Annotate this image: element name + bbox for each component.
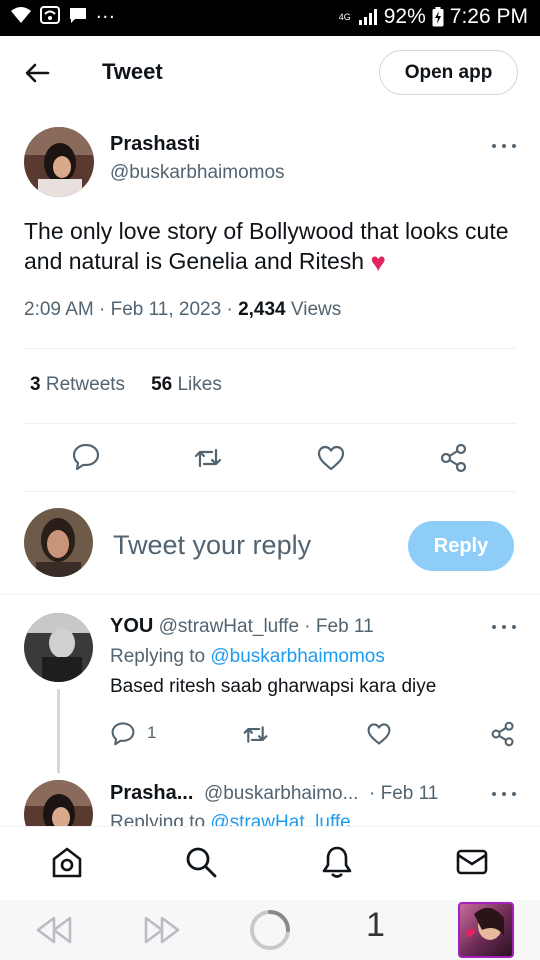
- status-bar: ... 4G 92% 7:26 PM: [0, 0, 540, 36]
- like-icon[interactable]: [316, 443, 346, 473]
- replying-to-prefix: Replying to: [110, 812, 206, 826]
- like-icon[interactable]: [366, 721, 392, 747]
- author-handle[interactable]: @buskarbhaimomos: [110, 162, 285, 184]
- divider: [0, 594, 540, 595]
- likes-stat[interactable]: 56 Likes: [151, 374, 222, 395]
- tweet-body: The only love story of Bollywood that lo…: [24, 218, 509, 274]
- reply-author-handle[interactable]: @strawHat_luffe: [159, 616, 299, 637]
- tab-thumbnail[interactable]: [458, 902, 514, 958]
- views-label: Views: [290, 299, 342, 320]
- battery-percent: 92%: [383, 5, 426, 28]
- reply-button[interactable]: Reply: [408, 521, 514, 571]
- divider: [24, 491, 516, 492]
- reply-date: · Feb 11: [304, 616, 374, 637]
- reply-input[interactable]: Tweet your reply: [113, 530, 311, 561]
- tweet-stats: 3 Retweets 56 Likes: [30, 374, 222, 396]
- reply-text: Based ritesh saab gharwapsi kara diye: [110, 676, 437, 697]
- replying-to: Replying to @buskarbhaimomos: [110, 646, 385, 668]
- author-name[interactable]: Prashasti: [110, 133, 200, 156]
- tweet-header: Tweet Open app: [0, 36, 540, 110]
- signal-icon: [358, 9, 377, 25]
- reply-date: · Feb 11: [368, 783, 439, 804]
- author-avatar[interactable]: [24, 127, 94, 197]
- retweet-icon[interactable]: [193, 443, 223, 473]
- reply-avatar[interactable]: [24, 780, 93, 826]
- likes-count: 56: [151, 374, 173, 395]
- tweet-text: The only love story of Bollywood that lo…: [24, 216, 514, 277]
- replying-to-link[interactable]: @strawHat_luffe: [210, 812, 350, 826]
- divider: [24, 348, 516, 349]
- reply-count: 1: [147, 723, 157, 742]
- more-options-icon[interactable]: [492, 790, 516, 798]
- clock: 7:26 PM: [449, 5, 528, 28]
- tweet-meta: 2:09 AM · Feb 11, 2023 · 2,434 Views: [24, 299, 342, 320]
- more-options-icon[interactable]: [492, 142, 516, 150]
- fast-forward-icon[interactable]: [142, 914, 182, 946]
- more-options-icon[interactable]: [492, 623, 516, 631]
- reply-author-handle[interactable]: @buskarbhaimo...: [204, 783, 358, 804]
- battery-charging-icon: [432, 7, 444, 27]
- bottom-nav: [0, 826, 540, 900]
- home-icon[interactable]: [50, 845, 84, 879]
- more-notifications-icon: ...: [96, 0, 116, 23]
- reply-author-name[interactable]: Prasha...: [110, 782, 193, 804]
- network-type: 4G: [338, 11, 351, 22]
- reply-header: Prasha... @buskarbhaimo... · Feb 11: [110, 782, 438, 805]
- reply-author-name[interactable]: YOU: [110, 615, 153, 637]
- reply-avatar[interactable]: [24, 613, 93, 682]
- replying-to-prefix: Replying to: [110, 646, 206, 667]
- tab-count[interactable]: 1: [366, 906, 385, 945]
- back-arrow-icon[interactable]: [22, 58, 52, 88]
- replying-to: Replying to @strawHat_luffe: [110, 812, 351, 826]
- messages-icon[interactable]: [455, 845, 489, 879]
- notifications-icon[interactable]: [320, 845, 354, 879]
- reply-item: Prasha... @buskarbhaimo... · Feb 11 Repl…: [0, 770, 540, 826]
- page-title: Tweet: [102, 59, 163, 84]
- open-app-button[interactable]: Open app: [379, 50, 518, 95]
- share-icon[interactable]: [439, 443, 469, 473]
- wifi-icon: [11, 7, 31, 23]
- divider: [24, 423, 516, 424]
- thread-line: [57, 689, 60, 773]
- reply-header: YOU @strawHat_luffe · Feb 11: [110, 615, 374, 638]
- reply-icon[interactable]: [110, 720, 136, 746]
- reply-icon[interactable]: [71, 441, 101, 471]
- share-icon[interactable]: [490, 721, 516, 747]
- retweets-count: 3: [30, 374, 41, 395]
- search-icon[interactable]: [184, 845, 218, 879]
- red-heart-emoji: ♥: [370, 247, 386, 277]
- retweets-label: Retweets: [45, 374, 126, 395]
- tweet-date[interactable]: Feb 11, 2023: [111, 299, 222, 320]
- hotspot-icon: [40, 6, 60, 24]
- loading-spinner-icon: [250, 910, 290, 950]
- views-count: 2,434: [238, 299, 286, 320]
- rewind-icon[interactable]: [34, 914, 74, 946]
- tweet-time[interactable]: 2:09 AM: [24, 299, 94, 320]
- replying-to-link[interactable]: @buskarbhaimomos: [210, 646, 385, 667]
- message-icon: [70, 8, 86, 23]
- retweets-stat[interactable]: 3 Retweets: [30, 374, 125, 395]
- user-avatar: [24, 508, 93, 577]
- retweet-icon[interactable]: [242, 721, 269, 748]
- likes-label: Likes: [177, 374, 222, 395]
